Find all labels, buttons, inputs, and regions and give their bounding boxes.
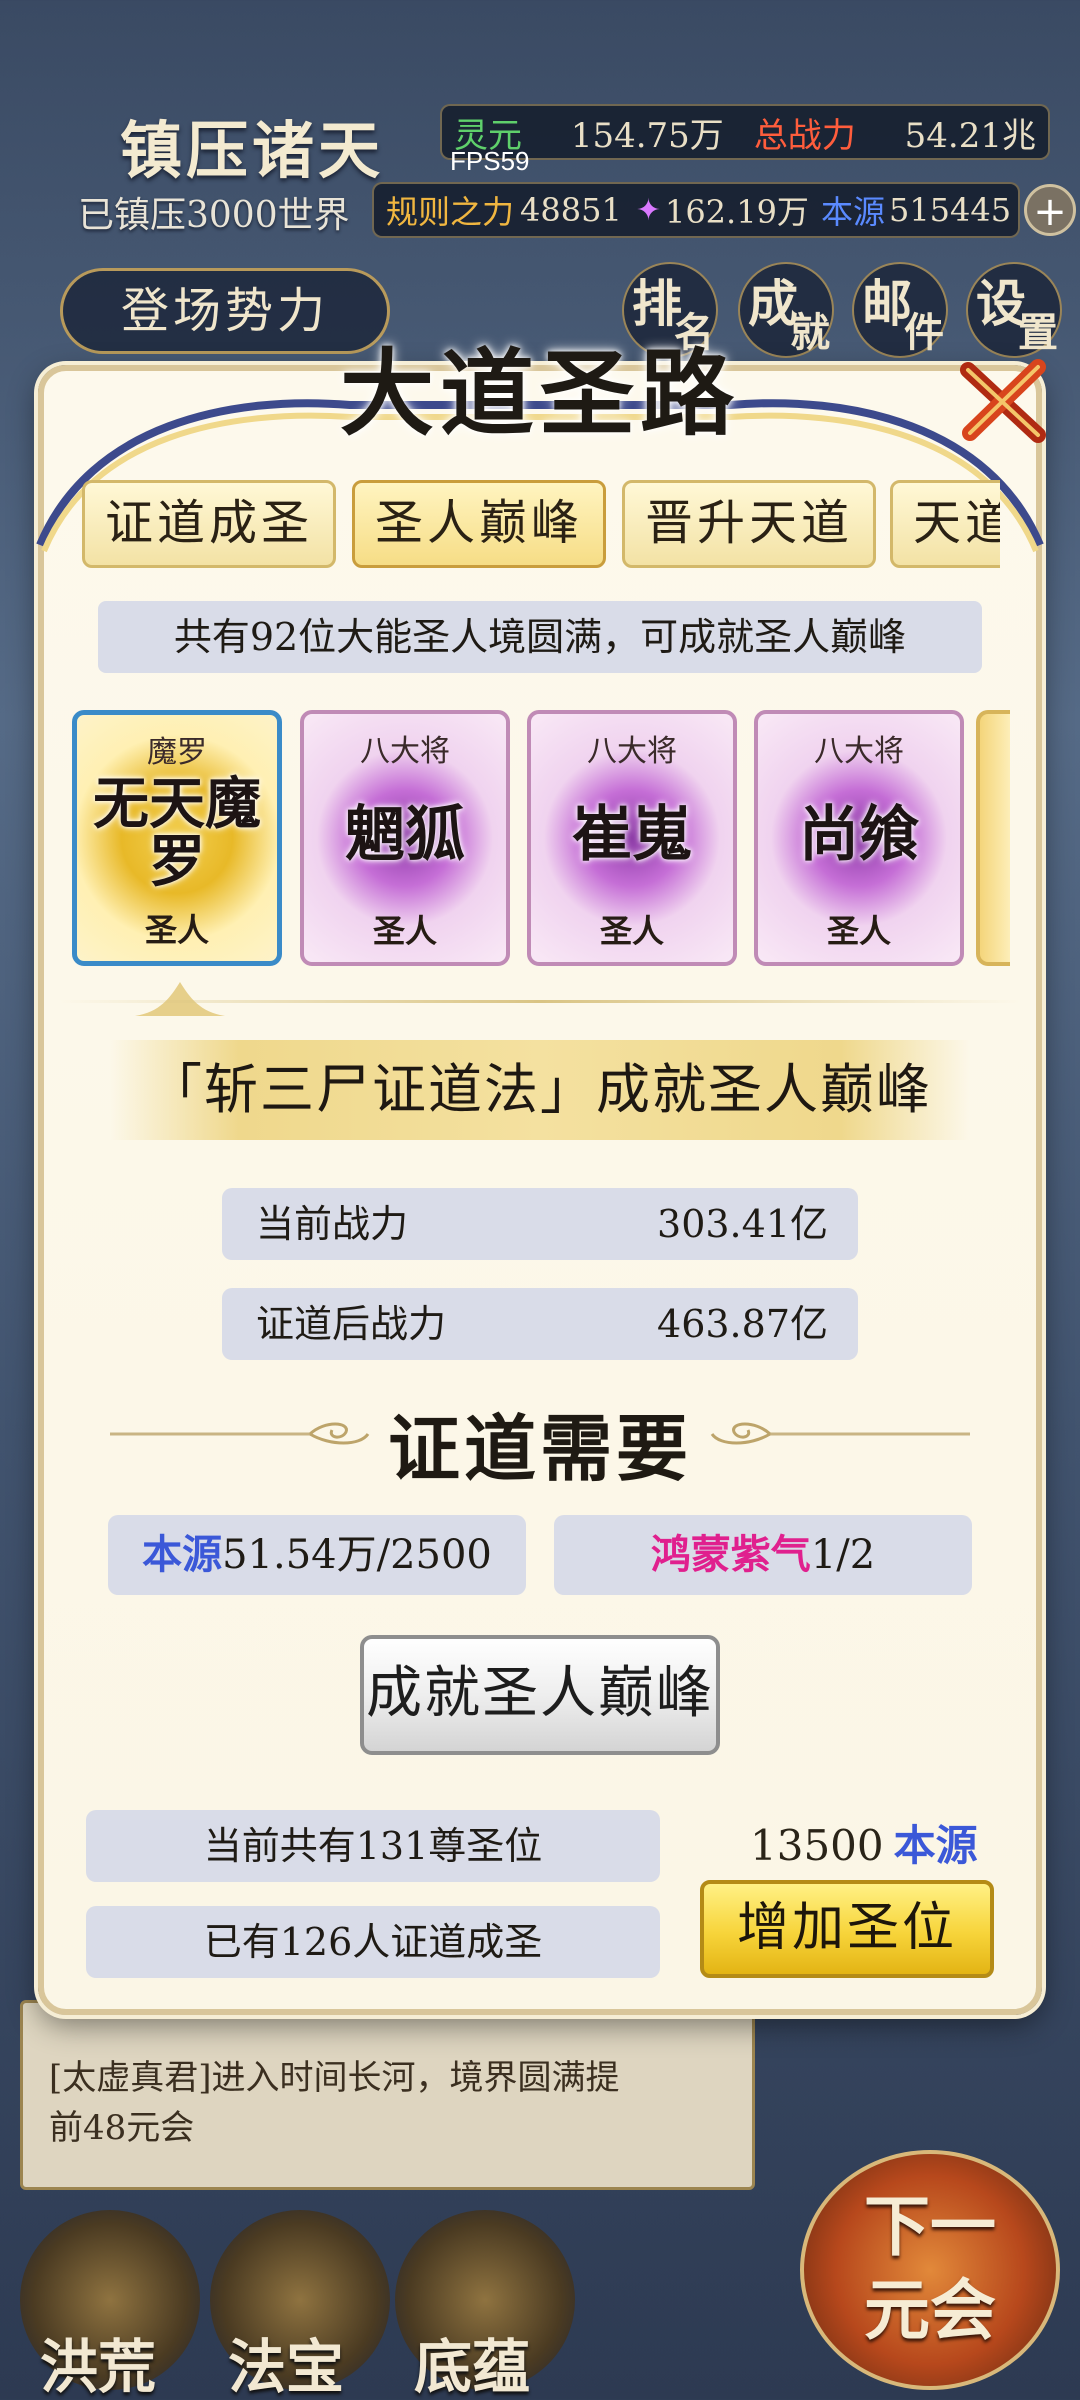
nav-label-honghuang: 洪荒 <box>40 2333 157 2400</box>
event-log-line: 前48元会 <box>49 2108 195 2148</box>
event-log-line: [太虚真君]进入时间长河，境界圆满提 <box>49 2058 620 2098</box>
next-era-line1: 下一 <box>864 2187 996 2265</box>
requirement-hongmeng: 鸿蒙紫气1/2 <box>554 1515 972 1595</box>
tab-bar: 证道成圣 圣人巅峰 晋升天道 天道 <box>82 480 1000 572</box>
selection-arrow-icon <box>135 982 225 1016</box>
resource-value-purple: 162.19万 <box>664 193 809 231</box>
resource-value-lingyuan: 154.75万 <box>570 115 724 156</box>
event-log: [太虚真君]进入时间长河，境界圆满提 前48元会 <box>20 2000 755 2190</box>
after-power-value: 463.87亿 <box>657 1302 828 1346</box>
requirement-hongmeng-name: 鸿蒙紫气 <box>650 1531 811 1578</box>
resource-bar-top: 灵元 154.75万 总战力 54.21兆 <box>440 104 1050 160</box>
tab-shengren-peak[interactable]: 圣人巅峰 <box>352 480 606 568</box>
candidate-card[interactable]: 八大将 尚飨 圣人 <box>754 710 964 966</box>
tab-jinsheng-tiandao[interactable]: 晋升天道 <box>622 480 876 568</box>
total-seats-info: 当前共有131尊圣位 <box>86 1810 660 1882</box>
tab-zhengdao[interactable]: 证道成圣 <box>82 480 336 568</box>
candidate-card-list[interactable]: 魔罗 无天魔罗 圣人 八大将 魍狐 圣人 八大将 崔嵬 圣人 八大将 尚飨 圣人 <box>70 708 1010 970</box>
card-faction: 八大将 <box>814 734 904 769</box>
resource-label-rules: 规则之力 <box>386 193 515 231</box>
requirement-hongmeng-amount: 1/2 <box>810 1532 876 1578</box>
divider <box>60 1000 1020 1003</box>
modal-title: 大道圣路 <box>339 339 740 449</box>
current-power-row: 当前战力 303.41亿 <box>222 1188 858 1260</box>
candidate-card-selected[interactable]: 魔罗 无天魔罗 圣人 <box>72 710 282 966</box>
card-rank: 圣人 <box>372 912 437 950</box>
card-name: 无天魔罗 <box>93 771 261 895</box>
candidate-card[interactable]: 八大将 崔嵬 圣人 <box>527 710 737 966</box>
eligible-notice: 共有92位大能圣人境圆满，可成就圣人巅峰 <box>98 601 982 673</box>
after-power-label: 证道后战力 <box>256 1302 447 1346</box>
resource-value-origin: 515445 <box>888 191 1012 229</box>
card-faction: 魔罗 <box>147 735 207 770</box>
card-name: 尚飨 <box>799 800 919 870</box>
next-era-line2: 元会 <box>864 2271 996 2349</box>
resource-label-total-power: 总战力 <box>753 115 856 156</box>
add-seat-button[interactable]: 增加圣位 <box>700 1880 994 1978</box>
card-rank: 圣人 <box>599 912 664 950</box>
seat-cost-value: 13500 <box>750 1821 884 1870</box>
candidate-card[interactable]: 八大将 魍狐 圣人 <box>300 710 510 966</box>
resource-value-total-power: 54.21兆 <box>904 115 1036 156</box>
tab-tiandao[interactable]: 天道 <box>890 480 1000 568</box>
resource-bar-bottom: 规则之力 48851 ✦ 162.19万 本源 515445 <box>372 182 1020 238</box>
nav-label-fabao: 法宝 <box>228 2333 345 2400</box>
suppressed-count: 已镇压3000世界 <box>78 195 350 236</box>
close-icon[interactable] <box>948 345 1058 455</box>
add-resource-button[interactable]: + <box>1024 184 1076 236</box>
seat-cost: 13500 本源 <box>750 1812 978 1873</box>
card-rank: 圣人 <box>144 911 209 949</box>
resource-icon-purple: ✦ <box>635 192 661 228</box>
card-rank: 圣人 <box>826 912 891 950</box>
right-cloud-ornament-icon <box>710 1422 970 1445</box>
achieve-peak-button[interactable]: 成就圣人巅峰 <box>360 1635 720 1755</box>
achieved-count-info: 已有126人证道成圣 <box>86 1906 660 1978</box>
candidate-card-partial[interactable] <box>976 710 1010 966</box>
current-power-label: 当前战力 <box>256 1202 409 1246</box>
card-faction: 八大将 <box>360 734 450 769</box>
method-banner: 「斩三尸证道法」成就圣人巅峰 <box>110 1040 970 1140</box>
world-title: 镇压诸天 <box>120 114 385 187</box>
requirement-origin-name: 本源 <box>142 1531 223 1578</box>
next-era-button[interactable]: 下一 元会 <box>800 2150 1060 2390</box>
current-power-value: 303.41亿 <box>657 1202 828 1246</box>
card-name: 魍狐 <box>345 800 465 870</box>
after-power-row: 证道后战力 463.87亿 <box>222 1288 858 1360</box>
event-log-cut-line <box>49 2013 726 2043</box>
seat-cost-unit: 本源 <box>893 1821 978 1870</box>
card-faction: 八大将 <box>587 734 677 769</box>
requirement-origin: 本源51.54万/2500 <box>108 1515 526 1595</box>
resource-label-origin: 本源 <box>820 193 885 231</box>
fps-counter: FPS59 <box>450 146 530 176</box>
resource-value-rules: 48851 <box>520 191 622 229</box>
card-name: 崔嵬 <box>572 800 692 870</box>
requirement-origin-amount: 51.54万/2500 <box>222 1532 492 1578</box>
nav-label-diyun: 底蕴 <box>414 2333 531 2400</box>
